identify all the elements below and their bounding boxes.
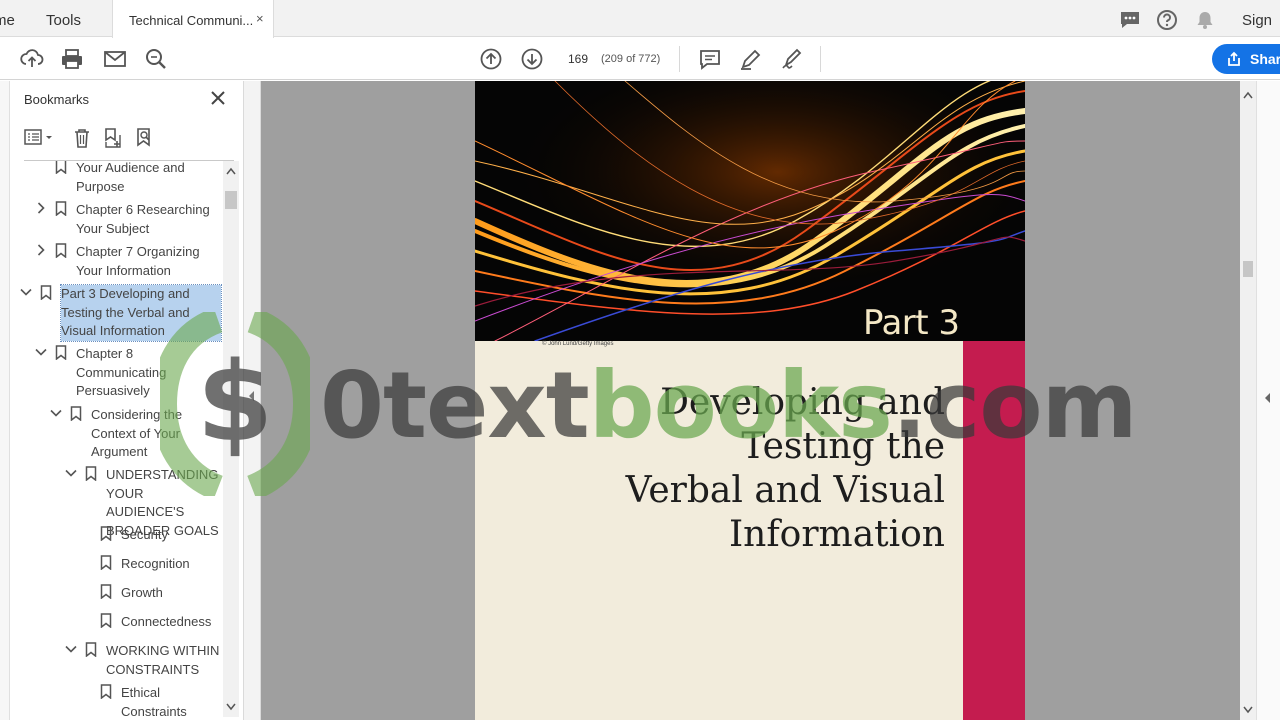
chevron-down-icon[interactable]	[65, 643, 77, 655]
navigation-strip	[0, 81, 10, 720]
tab-home[interactable]: me	[0, 12, 15, 29]
bookmark-icon	[85, 642, 97, 657]
bookmark-label: Considering the Context of Your Argument	[91, 407, 183, 459]
bookmark-label: WORKING WITHIN CONSTRAINTS	[106, 643, 220, 677]
bookmark-item[interactable]: Chapter 8 Communicating Persuasively	[10, 345, 223, 405]
help-icon[interactable]	[1156, 9, 1178, 31]
bookmark-icon	[100, 584, 112, 599]
bookmark-label: Ethical Constraints	[121, 685, 187, 717]
part-title: Developing and Testing the Verbal and Vi…	[625, 382, 945, 555]
scroll-down-icon[interactable]	[226, 703, 236, 711]
chevron-down-icon[interactable]	[20, 286, 32, 298]
share-label: Shar	[1250, 51, 1280, 67]
upload-icon[interactable]	[20, 47, 44, 71]
bookmark-item[interactable]: Part 3 Developing and Testing the Verbal…	[10, 284, 223, 345]
main-toolbar: 169 (209 of 772) Shar	[0, 38, 1280, 80]
part-number-label: Part 3	[863, 303, 960, 343]
close-panel-icon[interactable]	[209, 89, 227, 107]
expand-right-pane-icon[interactable]	[1265, 393, 1271, 403]
page-number-input[interactable]: 169	[562, 47, 594, 71]
page-accent-bar	[963, 341, 1025, 720]
scroll-down-icon[interactable]	[1243, 706, 1253, 714]
bookmark-item[interactable]: UNDERSTANDING YOUR AUDIENCE'S BROADER GO…	[10, 466, 223, 538]
bookmark-icon	[85, 466, 97, 481]
sign-icon[interactable]	[780, 47, 804, 71]
sign-in-link[interactable]: Sign	[1242, 12, 1272, 29]
bookmark-label: Part 3 Developing and Testing the Verbal…	[60, 284, 222, 342]
delete-bookmark-icon[interactable]	[71, 127, 93, 149]
right-pane-toggle[interactable]	[1256, 81, 1280, 720]
toolbar-separator	[820, 46, 821, 72]
bookmark-icon	[55, 161, 67, 174]
bookmark-item[interactable]: Considering the Context of Your Argument	[10, 406, 223, 466]
bookmark-icon	[55, 345, 67, 360]
scroll-up-icon[interactable]	[1243, 91, 1253, 99]
bookmark-icon	[40, 285, 52, 300]
bookmark-label: Your Audience and Purpose	[76, 161, 185, 194]
bookmark-icon	[100, 526, 112, 541]
image-credit: © John Lund/Getty Images	[542, 341, 614, 347]
prev-page-icon[interactable]	[479, 47, 503, 71]
tab-tools[interactable]: Tools	[46, 12, 81, 29]
bookmarks-toolbar	[10, 119, 243, 159]
bookmark-icon	[100, 555, 112, 570]
tab-bar: me Tools Technical Communi... × Sign	[0, 0, 1280, 38]
share-icon	[1228, 51, 1240, 66]
bookmarks-title: Bookmarks	[24, 92, 90, 107]
print-icon[interactable]	[60, 47, 84, 71]
bookmarks-tree: Your Audience and Purpose Chapter 6 Resea…	[10, 161, 223, 717]
bookmarks-scrollbar[interactable]	[223, 161, 239, 717]
chevron-right-icon[interactable]	[35, 202, 47, 214]
bookmark-label: Chapter 8 Communicating Persuasively	[76, 346, 167, 398]
scroll-up-icon[interactable]	[226, 167, 236, 175]
bookmark-icon	[55, 243, 67, 258]
chat-icon[interactable]	[1119, 9, 1141, 31]
bookmark-label: Growth	[121, 585, 163, 600]
cover-light-streaks-image	[475, 81, 1025, 341]
bookmarks-scroll-thumb[interactable]	[225, 191, 237, 209]
pdf-page: Part 3 © John Lund/Getty Images Developi…	[475, 81, 1025, 720]
bookmark-label: Chapter 6 Researching Your Subject	[76, 202, 210, 236]
bookmark-item[interactable]: Ethical Constraints	[10, 684, 223, 717]
chevron-down-icon[interactable]	[50, 407, 62, 419]
bookmark-label: Chapter 7 Organizing Your Information	[76, 244, 200, 278]
bookmark-icon	[100, 684, 112, 699]
collapse-panel-icon[interactable]	[249, 391, 255, 401]
toolbar-separator	[679, 46, 680, 72]
tab-document[interactable]: Technical Communi... ×	[112, 0, 274, 38]
bookmark-options-icon[interactable]	[24, 127, 56, 149]
share-button[interactable]: Shar	[1212, 44, 1280, 74]
document-viewer[interactable]: Part 3 © John Lund/Getty Images Developi…	[261, 81, 1240, 720]
bell-icon[interactable]	[1194, 9, 1216, 31]
tab-close-icon[interactable]: ×	[256, 11, 264, 26]
page-count-label: (209 of 772)	[601, 53, 661, 65]
comment-icon[interactable]	[698, 47, 722, 71]
chevron-down-icon[interactable]	[35, 346, 47, 358]
document-scrollbar[interactable]	[1240, 81, 1256, 720]
chevron-down-icon[interactable]	[65, 467, 77, 479]
bookmark-label: Connectedness	[121, 614, 212, 629]
bookmarks-panel: Bookmarks Your Audience and Purpose Chapt…	[10, 81, 243, 720]
bookmark-icon	[55, 201, 67, 216]
bookmark-icon	[70, 406, 82, 421]
bookmark-label: Recognition	[121, 556, 190, 571]
bookmark-label: Security	[121, 527, 168, 542]
bookmark-icon	[100, 613, 112, 628]
highlight-pen-icon[interactable]	[739, 47, 763, 71]
email-icon[interactable]	[103, 47, 127, 71]
tab-document-label: Technical Communi...	[129, 13, 254, 28]
next-page-icon[interactable]	[520, 47, 544, 71]
panel-splitter[interactable]	[243, 81, 261, 720]
find-bookmark-icon[interactable]	[134, 127, 156, 149]
zoom-search-icon[interactable]	[144, 47, 168, 71]
chevron-right-icon[interactable]	[35, 244, 47, 256]
document-scroll-thumb[interactable]	[1243, 261, 1253, 277]
new-bookmark-icon[interactable]	[102, 127, 124, 149]
